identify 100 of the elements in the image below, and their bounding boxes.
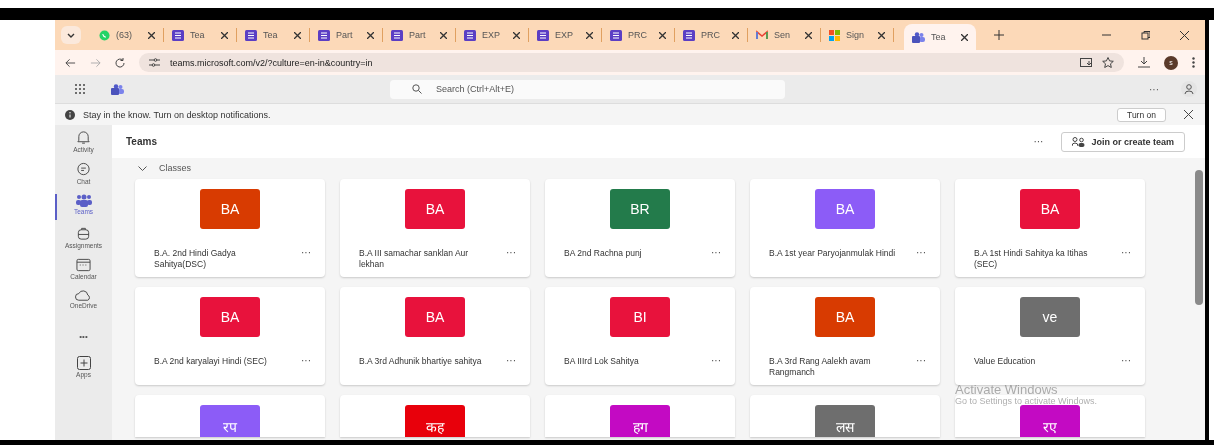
team-card[interactable]: BA B.A 1st Hindi Sahitya ka Itihas (SEC) ···: [955, 179, 1145, 277]
team-avatar: BA: [815, 189, 875, 229]
chat-bubble-icon: [99, 29, 110, 41]
team-avatar: लस: [815, 405, 875, 437]
chevron-down-icon: [67, 32, 75, 38]
close-tab-button[interactable]: [878, 29, 885, 41]
account-avatar[interactable]: [1181, 81, 1197, 97]
browser-tab[interactable]: Tea: [904, 24, 976, 50]
close-tab-button[interactable]: [586, 29, 593, 41]
more-options-button[interactable]: ···: [1143, 82, 1165, 96]
more-options-button[interactable]: ···: [1121, 356, 1131, 365]
browser-tab[interactable]: Part: [310, 28, 383, 42]
more-options-button[interactable]: ···: [916, 356, 926, 365]
team-avatar: ve: [1020, 297, 1080, 337]
team-card[interactable]: कह: [340, 395, 530, 437]
list-icon: [537, 29, 549, 41]
team-card[interactable]: BA B.A. 2nd Hindi Gadya Sahitya(DSC) ···: [135, 179, 325, 277]
team-card[interactable]: BR BA 2nd Rachna punj ···: [545, 179, 735, 277]
team-card[interactable]: BA B.A III samachar sanklan Aur lekhan ···: [340, 179, 530, 277]
app-launcher-icon[interactable]: [75, 84, 85, 94]
browser-tab[interactable]: PRC: [675, 28, 748, 42]
minimize-icon[interactable]: [1102, 31, 1111, 39]
cloud-icon: [75, 290, 92, 301]
browser-tab[interactable]: PRC: [602, 28, 675, 42]
team-card[interactable]: लस: [750, 395, 940, 437]
search-icon: [412, 84, 422, 94]
watermark-text: Go to Settings to activate Windows.: [955, 396, 1098, 407]
page-title: Teams: [126, 136, 158, 147]
close-tab-button[interactable]: [294, 29, 301, 41]
plus-icon: [994, 30, 1004, 40]
reload-icon[interactable]: [115, 57, 125, 68]
restore-icon[interactable]: [1141, 30, 1150, 40]
rail-item[interactable]: •••: [55, 322, 112, 350]
teams-logo-icon: [111, 83, 124, 95]
team-avatar: रए: [1020, 405, 1080, 437]
team-name: B.A 2nd karyalayi Hindi (SEC): [154, 356, 268, 367]
team-card[interactable]: BA B.A 3rd Adhunik bhartiye sahitya ···: [340, 287, 530, 385]
more-icon[interactable]: [1192, 57, 1195, 68]
scrollbar-thumb[interactable]: [1195, 170, 1203, 305]
people-icon: [1072, 136, 1086, 147]
close-tab-button[interactable]: [659, 29, 666, 41]
search-field[interactable]: Search (Ctrl+Alt+E): [390, 79, 785, 99]
four-squares-icon: [829, 29, 840, 41]
team-name: BA 2nd Rachna punj: [564, 248, 643, 259]
download-icon[interactable]: [1138, 57, 1150, 68]
back-icon[interactable]: [65, 57, 76, 68]
close-tab-button[interactable]: [148, 29, 155, 41]
watermark-title: Activate Windows: [955, 383, 1059, 396]
team-avatar: BA: [1020, 189, 1080, 229]
team-card[interactable]: रप: [135, 395, 325, 437]
more-options-button[interactable]: ···: [1027, 135, 1050, 148]
address-field[interactable]: teams.microsoft.com/v2/?culture=en-in&country=in: [139, 53, 1124, 72]
team-card[interactable]: BA B.A 2nd karyalayi Hindi (SEC) ···: [135, 287, 325, 385]
section-heading: Classes: [159, 163, 191, 173]
team-card[interactable]: BI BA IIIrd Lok Sahitya ···: [545, 287, 735, 385]
list-icon: [391, 29, 403, 41]
close-tab-button[interactable]: [805, 29, 812, 41]
team-name: B.A 3rd Adhunik bhartiye sahitya: [359, 356, 483, 367]
team-card[interactable]: ve Value Education ···: [955, 287, 1145, 385]
browser-tab[interactable]: EXP: [529, 28, 602, 42]
team-name: Value Education: [974, 356, 1037, 367]
browser-tab[interactable]: Tea: [164, 28, 237, 42]
more-options-button[interactable]: ···: [711, 248, 721, 257]
team-avatar: BA: [200, 297, 260, 337]
close-icon[interactable]: [1180, 30, 1189, 40]
browser-tab[interactable]: Sen: [748, 28, 821, 42]
more-options-button[interactable]: ···: [506, 356, 516, 365]
list-icon: [172, 29, 184, 41]
team-card[interactable]: BA B.A 1st year Paryojanmulak Hindi ···: [750, 179, 940, 277]
more-options-button[interactable]: ···: [301, 356, 311, 365]
browser-tab[interactable]: EXP: [456, 28, 529, 42]
join-create-team-button[interactable]: Join or create team: [1061, 131, 1185, 152]
close-tab-button[interactable]: [961, 31, 968, 43]
close-icon[interactable]: [1184, 110, 1193, 119]
site-settings-icon[interactable]: [149, 58, 160, 67]
more-options-button[interactable]: ···: [1121, 248, 1131, 257]
list-icon: [610, 29, 622, 41]
team-card[interactable]: हग: [545, 395, 735, 437]
close-tab-button[interactable]: [732, 29, 739, 41]
close-tab-button[interactable]: [513, 29, 520, 41]
people-icon: [75, 194, 92, 207]
close-tab-button[interactable]: [440, 29, 447, 41]
team-name: B.A 1st year Paryojanmulak Hindi: [769, 248, 897, 259]
more-options-button[interactable]: ···: [711, 356, 721, 365]
close-tab-button[interactable]: [221, 29, 228, 41]
browser-tab[interactable]: Tea: [237, 28, 310, 42]
browser-tab[interactable]: Sign: [821, 28, 894, 42]
team-card[interactable]: BA B.A 3rd Rang Aalekh avam Rangmanch ···: [750, 287, 940, 385]
browser-tab[interactable]: (63): [91, 28, 164, 42]
turn-on-button[interactable]: Turn on: [1117, 107, 1166, 122]
chevron-down-icon[interactable]: [138, 165, 147, 171]
tab-search-button[interactable]: [61, 26, 81, 44]
more-options-button[interactable]: ···: [301, 248, 311, 257]
close-tab-button[interactable]: [367, 29, 374, 41]
more-options-button[interactable]: ···: [916, 248, 926, 257]
team-avatar: BI: [610, 297, 670, 337]
install-app-icon[interactable]: [1080, 57, 1092, 68]
star-icon[interactable]: [1102, 57, 1114, 68]
more-options-button[interactable]: ···: [506, 248, 516, 257]
browser-tab[interactable]: Part: [383, 28, 456, 42]
